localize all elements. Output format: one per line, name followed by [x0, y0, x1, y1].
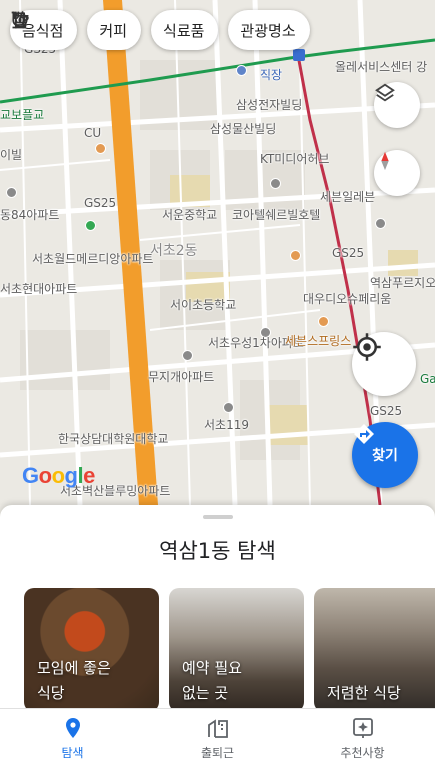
nav-explore[interactable]: 탐색	[0, 709, 145, 767]
map-label: Gang	[420, 372, 435, 386]
chip-label: 커피	[99, 21, 128, 40]
map-label: 삼성물산빌딩	[210, 122, 277, 136]
map-label: 서이초등학교	[170, 298, 237, 312]
map-label: GS25	[332, 246, 365, 260]
map-label: 동84아파트	[0, 208, 60, 222]
map-label: KT미디어허브	[260, 152, 330, 166]
map-label: 무지개아파트	[148, 370, 215, 384]
map-label: 역삼푸르지오	[370, 276, 435, 290]
layers-button[interactable]	[374, 82, 420, 128]
map-label: 서운중학교	[162, 208, 218, 222]
map-label: 세븐일레븐	[320, 190, 376, 204]
building-poi-icon[interactable]	[182, 350, 193, 361]
map-label: 직장	[260, 68, 283, 82]
map-label: CU	[84, 126, 102, 140]
google-logo: Google	[22, 463, 95, 488]
map-label: 서초월드메르디앙아파트	[32, 252, 154, 266]
map-label: 올레서비스센터 강	[335, 60, 428, 74]
compass-button[interactable]	[374, 150, 420, 196]
directions-icon	[354, 424, 374, 444]
chip-coffee[interactable]: 커피	[12, 10, 142, 50]
chip-attractions[interactable]: 관광명소	[12, 10, 310, 50]
sheet-drag-handle[interactable]	[203, 515, 233, 519]
chip-label: 관광명소	[240, 21, 296, 40]
map-label: GS25	[370, 404, 403, 418]
card-text: 모임에 좋은 식당	[37, 659, 111, 702]
layers-icon	[375, 83, 395, 102]
nav-label: 탐색	[61, 745, 84, 760]
location-pin-icon	[65, 717, 80, 738]
map-label: 교보플교	[0, 108, 45, 122]
map-label: 대우디오슈페리움	[303, 292, 392, 306]
work-pin-icon[interactable]	[236, 65, 247, 76]
bottom-navigation: 탐색 출퇴근 추천사항	[0, 708, 435, 767]
chip-label: 식료품	[163, 21, 205, 40]
map-label: 이빌	[0, 148, 23, 162]
map-label: 삼성전자빌딩	[236, 98, 303, 112]
card-text: 예약 필요 없는 곳	[182, 659, 242, 702]
map-view[interactable]: 직장 삼성전자빌딩 삼성물산빌딩 KT미디어허브 세븐일레븐 서운중학교 코아텔…	[0, 0, 435, 505]
explore-cards: 모임에 좋은 식당 예약 필요 없는 곳 저렴한 식당	[24, 588, 435, 712]
fire-station-icon[interactable]	[223, 402, 234, 413]
my-location-icon	[353, 333, 381, 361]
explore-sheet[interactable]: 역삼1동 탐색 모임에 좋은 식당 예약 필요 없는 곳 저렴한 식당	[0, 505, 435, 712]
compass-icon	[381, 151, 389, 171]
map-label: 서초현대아파트	[0, 282, 78, 296]
directions-button[interactable]: 찾기	[352, 422, 418, 488]
tourist-attraction-icon	[12, 12, 28, 28]
map-label: 세븐스프링스	[285, 334, 352, 348]
explore-title: 역삼1동 탐색	[159, 539, 276, 563]
nav-commute[interactable]: 출퇴근	[145, 709, 290, 767]
building-poi-icon[interactable]	[6, 187, 17, 198]
food-poi-icon[interactable]	[95, 143, 106, 154]
card-group-dining[interactable]: 모임에 좋은 식당	[24, 588, 159, 712]
food-poi-icon[interactable]	[290, 250, 301, 261]
shop-poi-icon[interactable]	[375, 218, 386, 229]
category-chips: 음식점 커피 식료품 관광명소	[10, 10, 310, 50]
building-poi-icon[interactable]	[270, 178, 281, 189]
card-cheap-eats[interactable]: 저렴한 식당	[314, 588, 435, 712]
recommendations-icon	[352, 717, 373, 738]
map-label: GS25	[84, 196, 117, 210]
food-poi-icon[interactable]	[318, 316, 329, 327]
park-poi-icon[interactable]	[85, 220, 96, 231]
card-no-reservation[interactable]: 예약 필요 없는 곳	[169, 588, 304, 712]
card-text: 저렴한 식당	[327, 684, 401, 702]
commute-building-icon	[207, 718, 228, 738]
my-location-button[interactable]	[352, 332, 416, 396]
map-label: 서초119	[204, 418, 249, 432]
chip-groceries[interactable]: 식료품	[11, 10, 219, 50]
nav-recommendations[interactable]: 추천사항	[290, 709, 435, 767]
map-label: 한국상담대학원대학교	[58, 432, 169, 446]
map-label: 코아텔쉐르빌호텔	[232, 208, 321, 222]
nav-label: 출퇴근	[200, 745, 235, 760]
map-label: 서초2동	[150, 243, 198, 259]
nav-label: 추천사항	[340, 745, 385, 760]
directions-label: 찾기	[372, 448, 398, 464]
